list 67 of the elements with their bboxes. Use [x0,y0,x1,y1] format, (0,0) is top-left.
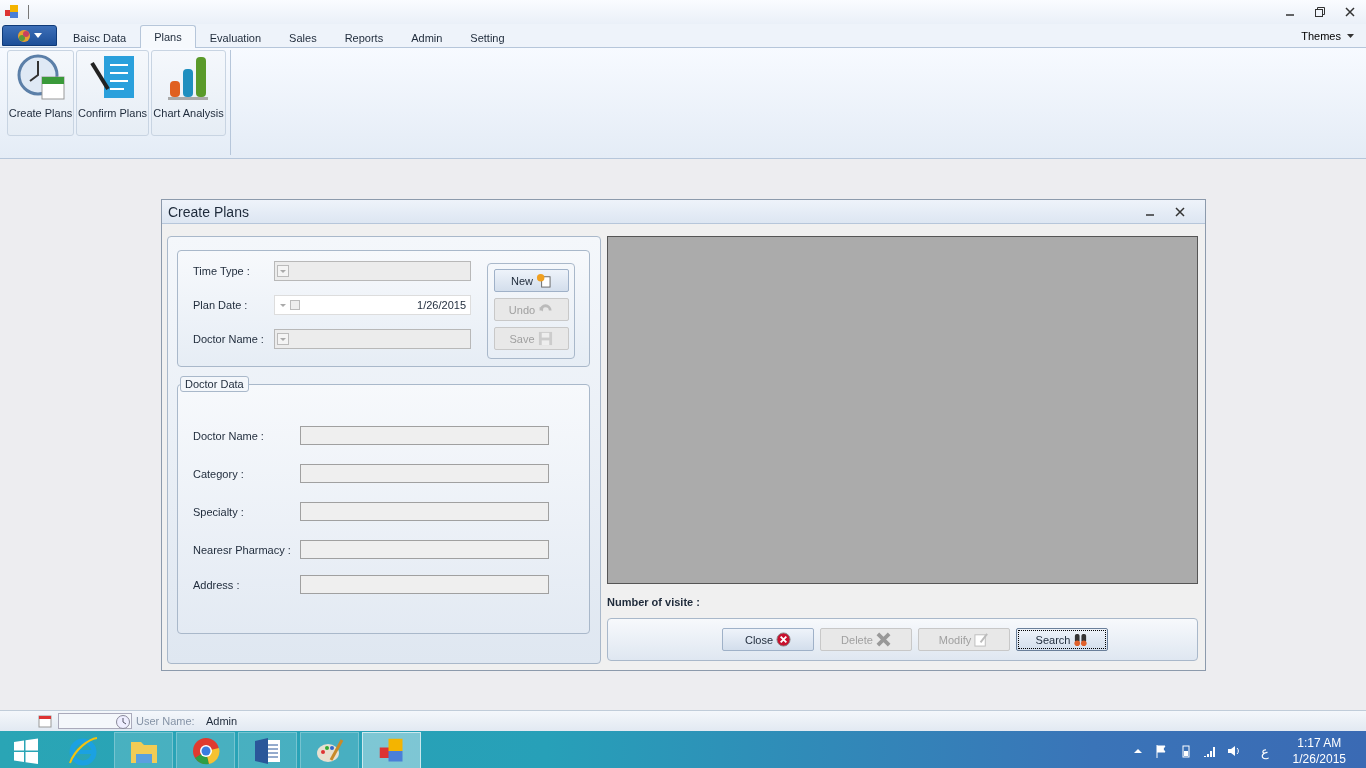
user-label: User Name: [136,715,196,727]
dropdown-field[interactable] [274,329,471,349]
volume-icon[interactable] [1226,744,1241,758]
ribbon-tab[interactable]: Plans [140,25,196,48]
time-field[interactable] [58,713,132,729]
action-button[interactable]: New [493,269,569,292]
save-icon [537,331,553,346]
taskbar-button[interactable] [238,732,297,768]
ribbon-tab[interactable]: Baisc Data [59,26,141,48]
browser-icon [190,736,221,766]
field-label: Category : [193,467,245,480]
binoculars-icon [1073,632,1089,647]
field-label: Plan Date : [193,299,249,311]
signal-icon[interactable] [1202,744,1217,758]
language-indicator[interactable]: ع [1260,743,1269,759]
group-legend: Doctor Data [180,376,249,392]
ribbon-button[interactable]: Chart Analysis [151,50,226,136]
date-picker[interactable]: 1/26/2015 [274,295,471,315]
clock-icon [115,714,131,730]
flag-icon[interactable] [1154,744,1169,758]
field-label: Time Type : [193,265,251,277]
start-icon[interactable] [13,738,39,764]
input-field[interactable] [300,464,549,483]
cross-icon [875,632,891,647]
themes-menu[interactable]: Themes [1295,28,1360,43]
ribbon-tab[interactable]: Setting [456,26,519,48]
caret-icon [34,33,42,38]
app-logo-icon [377,737,406,765]
ribbon-tab[interactable]: Admin [397,26,457,48]
clock[interactable]: 1:17 AM 1/26/2015 [1292,735,1346,767]
edit-icon [974,632,990,647]
ribbon-button[interactable]: Confirm Plans [76,50,149,136]
app-ball-icon [17,28,31,43]
caret-icon [1347,33,1354,38]
taskbar-button[interactable] [362,732,421,768]
close-icon [776,632,792,647]
close-icon[interactable] [1175,206,1185,217]
browser-e-icon[interactable] [67,735,99,767]
user-name: Admin [206,715,238,727]
taskbar-button[interactable] [176,732,235,768]
command-button[interactable]: Close [722,628,814,651]
restore-icon[interactable] [1314,6,1326,18]
window-title: Create Plans [168,203,250,220]
field-label: Address : [193,578,241,591]
new-document-icon [536,273,551,288]
input-field[interactable] [300,540,549,559]
command-button[interactable]: Search [1016,628,1108,651]
ribbon-button[interactable]: Create Plans [7,50,74,136]
input-field[interactable] [300,426,549,445]
field-label: Doctor Name : [193,429,265,442]
ribbon-tab[interactable]: Reports [330,26,398,48]
visits-label: Number of visite : [607,596,701,608]
document-app-icon [252,736,283,766]
field-label: Doctor Name : [193,333,265,345]
app-logo-icon [4,4,20,20]
close-icon[interactable] [1344,6,1356,18]
field-label: Specialty : [193,505,245,518]
ribbon-tab[interactable]: Evaluation [195,26,276,48]
calendar-icon[interactable] [38,714,52,728]
clock-calendar-icon [15,53,66,103]
dropdown-field[interactable] [274,261,471,281]
input-field[interactable] [300,502,549,521]
field-label: Nearesr Pharmacy : [193,543,292,556]
ribbon-tab[interactable]: Sales [275,26,331,48]
checkbox-icon[interactable] [289,299,301,311]
input-field[interactable] [300,575,549,594]
app-menu-button[interactable] [2,25,57,46]
